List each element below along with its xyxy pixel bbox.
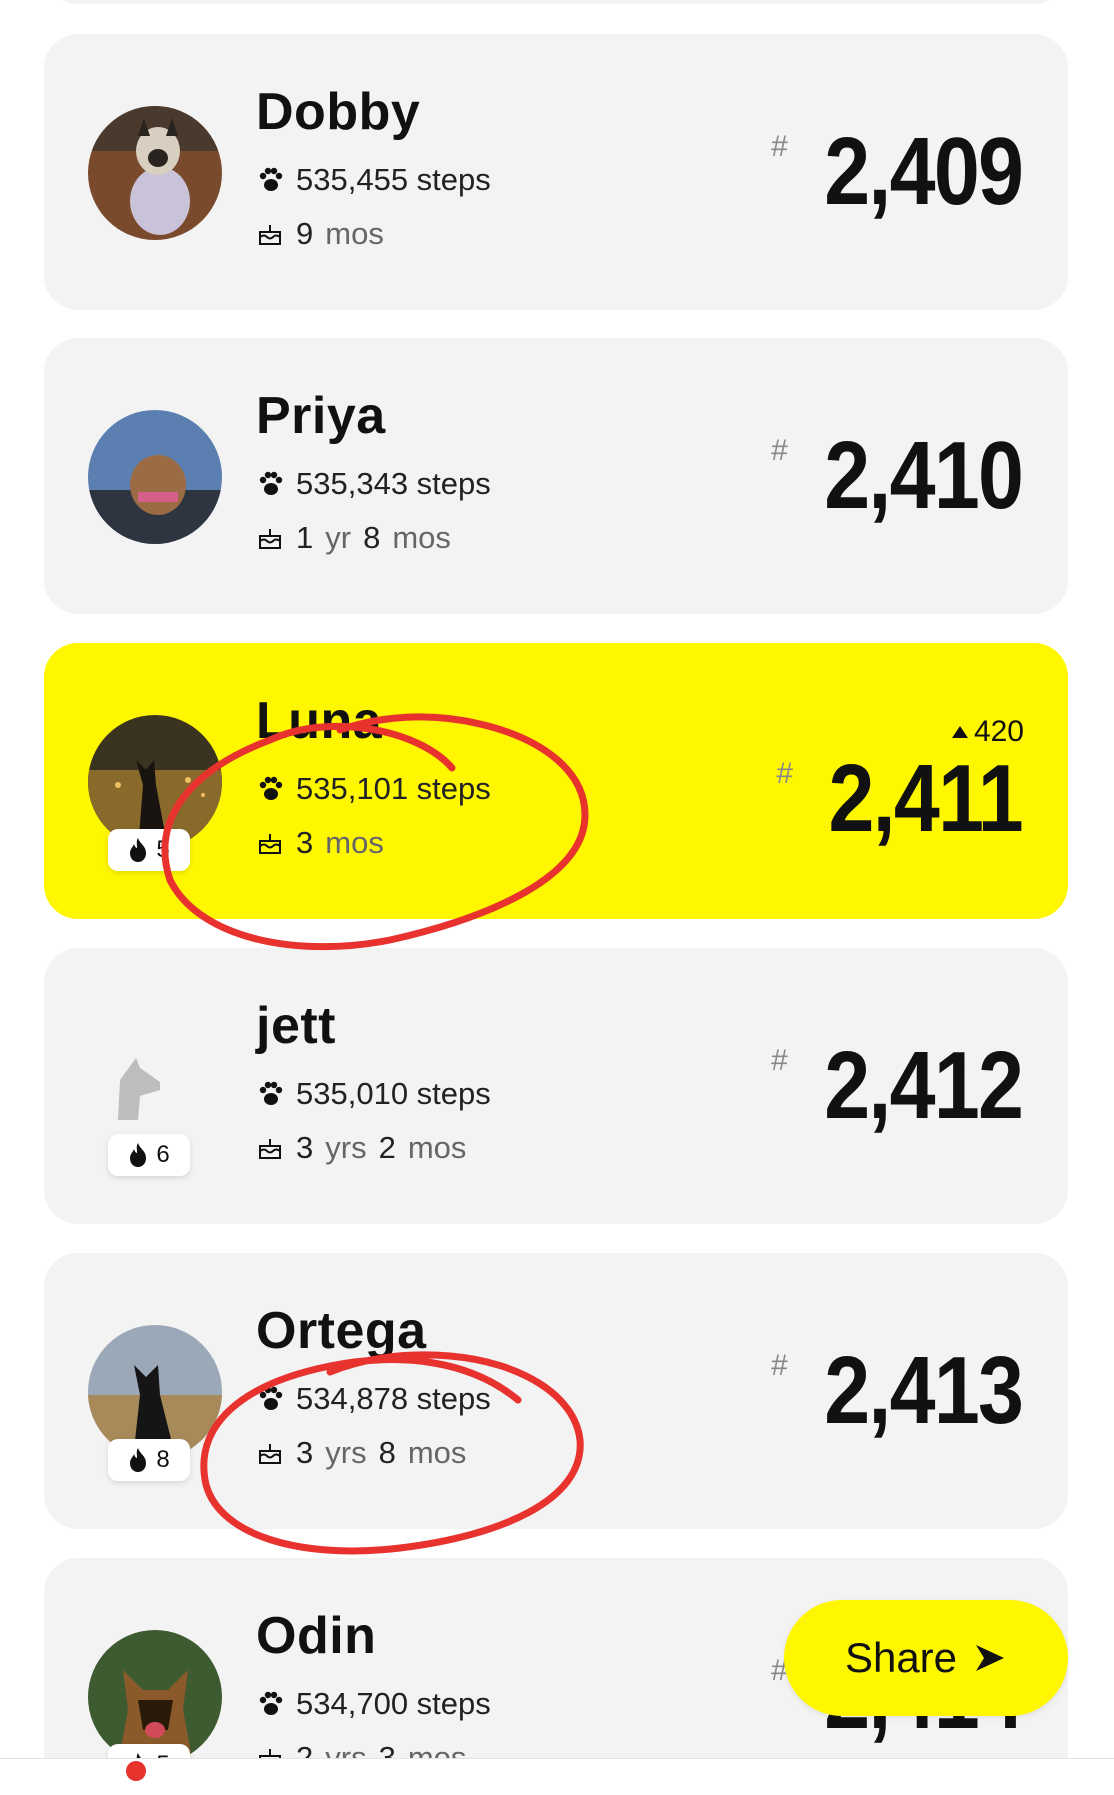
flame-icon [130,1448,147,1472]
leaderboard-card-luna-current-user[interactable]: 5 Luna 535,101 steps 3 mos 420 # 2,411 [44,643,1068,919]
rank-change-indicator: 420 [950,715,1024,749]
streak-count: 5 [156,836,170,863]
dog-avatar[interactable] [88,410,222,544]
age-number: 3 [296,1435,314,1470]
age-number: 9 [296,216,314,251]
leaderboard-card-partial[interactable] [44,0,1068,4]
flame-icon [130,1143,147,1167]
rank-hash: # [771,434,788,467]
birthday-cake-icon [259,1443,281,1464]
steps-row: 535,010 steps [256,1078,491,1109]
age-number: 1 [296,520,314,555]
age-row: 1 yr 8 mos [256,522,451,553]
share-button[interactable]: Share [784,1600,1068,1716]
birthday-cake-icon [259,528,281,549]
birthday-cake-icon [259,833,281,854]
nav-indicator-dot[interactable] [126,1761,146,1781]
steps-value: 535,343 steps [296,466,491,501]
age-number: 3 [296,825,314,860]
age-unit-2: mos [392,520,451,555]
steps-value: 535,010 steps [296,1076,491,1111]
age-unit-2: mos [407,1130,467,1165]
leaderboard-card-dobby[interactable]: Dobby 535,455 steps 9 mos # 2,409 [44,34,1068,310]
steps-row: 535,455 steps [256,164,491,195]
age-row: 9 mos [256,218,384,249]
steps-row: 534,700 steps [256,1688,491,1719]
age-unit-2: mos [407,1435,467,1470]
dog-name: jett [256,997,336,1055]
paw-icon [259,1691,283,1715]
rank-number: 2,412 [823,1032,1024,1139]
streak-badge: 5 [108,829,190,871]
age-number-2: 2 [378,1130,396,1165]
age-unit: yrs [325,1130,367,1165]
dog-name: Luna [256,692,383,750]
leaderboard-card-ortega[interactable]: 8 Ortega 534,878 steps 3 yrs 8 mos # 2,4… [44,1253,1068,1529]
rank-badge: # 2,409 [771,118,1024,225]
rank-hash: # [776,757,794,790]
streak-count: 8 [156,1446,170,1473]
bottom-navigation [0,1758,1114,1795]
paw-icon [259,1081,283,1105]
steps-value: 535,455 steps [296,162,491,197]
age-row: 3 yrs 2 mos [256,1132,466,1163]
birthday-cake-icon [259,1138,281,1159]
leaderboard-card-priya[interactable]: Priya 535,343 steps 1 yr 8 mos # 2,410 [44,338,1068,614]
paw-icon [259,167,283,191]
steps-value: 535,101 steps [296,771,491,806]
arrow-right-icon [976,1645,1005,1671]
rank-number: 2,413 [823,1337,1024,1444]
rank-badge: # 2,413 [771,1337,1024,1444]
birthday-cake-icon [259,224,281,245]
streak-count: 6 [156,1141,170,1168]
leaderboard-card-jett[interactable]: 6 jett 535,010 steps 3 yrs 2 mos # 2,412 [44,948,1068,1224]
age-number-2: 8 [363,520,381,555]
rank-number: 2,410 [823,422,1024,529]
share-label: Share [844,1634,958,1681]
triangle-up-icon [951,726,968,738]
rank-number: 2,409 [823,118,1024,225]
age-number: 3 [296,1130,314,1165]
rank-change-value: 420 [973,715,1024,748]
paw-icon [259,471,283,495]
rank-hash: # [771,1349,788,1382]
dog-name: Priya [256,387,386,445]
age-unit: yrs [325,1435,367,1470]
steps-row: 535,343 steps [256,468,491,499]
dog-name: Ortega [256,1302,427,1360]
steps-row: 535,101 steps [256,773,491,804]
age-number-2: 8 [378,1435,396,1470]
dog-avatar[interactable] [88,106,222,240]
age-row: 3 yrs 8 mos [256,1437,466,1468]
streak-badge: 6 [108,1134,190,1176]
steps-row: 534,878 steps [256,1383,491,1414]
rank-hash: # [771,1044,788,1077]
flame-icon [130,838,147,862]
paw-icon [259,1386,283,1410]
rank-hash: # [771,130,788,163]
steps-value: 534,878 steps [296,1381,491,1416]
paw-icon [259,776,283,800]
age-unit: mos [325,216,384,251]
rank-number: 2,411 [828,745,1024,852]
age-unit: mos [325,825,384,860]
rank-badge: # 2,410 [771,422,1024,529]
streak-badge: 8 [108,1439,190,1481]
rank-badge: # 2,412 [771,1032,1024,1139]
age-row: 3 mos [256,827,384,858]
steps-value: 534,700 steps [296,1686,491,1721]
dog-name: Odin [256,1607,377,1665]
rank-badge: # 2,411 [776,745,1024,852]
age-unit: yr [325,520,352,555]
dog-name: Dobby [256,83,421,141]
